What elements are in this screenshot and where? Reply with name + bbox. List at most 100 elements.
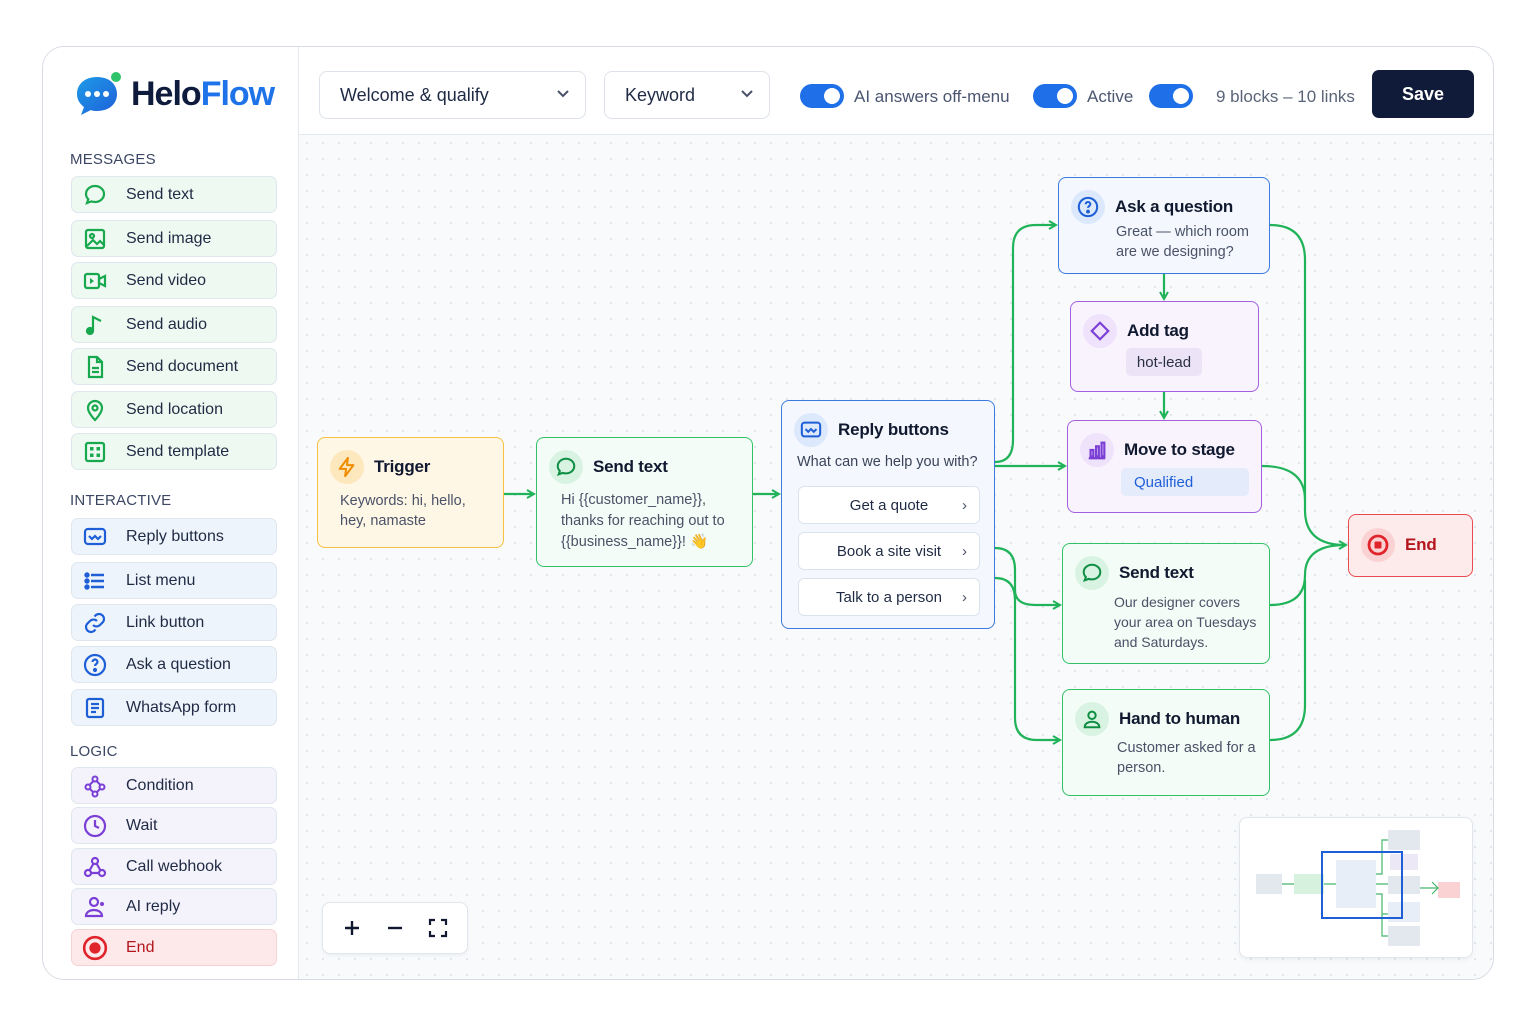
reply-option-label: Get a quote <box>849 496 929 514</box>
end-stop-icon <box>1361 528 1395 562</box>
node-prompt: What can we help you with? <box>797 454 978 470</box>
node-end[interactable]: End <box>1348 514 1473 577</box>
chevron-down-icon <box>739 85 755 106</box>
palette-whatsapp-form[interactable]: WhatsApp form <box>71 689 277 726</box>
node-send-text-welcome[interactable]: Send text Hi {{customer_name}}, thanks f… <box>536 437 753 567</box>
palette-send-video[interactable]: Send video <box>71 262 277 299</box>
node-hand-to-human[interactable]: Hand to human Customer asked for a perso… <box>1062 689 1270 796</box>
reply-option-talk-person[interactable]: Talk to a person › <box>798 578 980 616</box>
palette-item-label: Send location <box>126 400 223 418</box>
zoom-controls <box>322 902 468 954</box>
palette-ai-reply[interactable]: AI reply <box>71 888 277 925</box>
node-move-to-stage[interactable]: Move to stage Qualified <box>1067 420 1262 513</box>
block-palette-sidebar: HeloFlow MESSAGES Send text Send image S… <box>43 47 299 979</box>
fit-view-icon[interactable] <box>423 913 453 943</box>
palette-item-label: Link button <box>126 613 205 631</box>
palette-send-text[interactable]: Send text <box>71 176 277 213</box>
palette-list-menu[interactable]: List menu <box>71 562 277 599</box>
secondary-toggle[interactable] <box>1149 84 1193 108</box>
node-title: Send text <box>1119 563 1194 582</box>
node-add-tag[interactable]: Add tag hot-lead <box>1070 301 1259 392</box>
palette-send-location[interactable]: Send location <box>71 391 277 428</box>
palette-reply-buttons[interactable]: Reply buttons <box>71 518 277 555</box>
palette-item-label: WhatsApp form <box>126 698 237 716</box>
node-trigger[interactable]: Trigger Keywords: hi, hello, hey, namast… <box>317 437 504 548</box>
palette-item-label: List menu <box>126 571 196 589</box>
reply-option-label: Book a site visit <box>836 542 942 560</box>
reply-buttons-icon <box>82 524 108 550</box>
node-body: Hi {{customer_name}}, thanks for reachin… <box>561 492 725 550</box>
reply-option-site-visit[interactable]: Book a site visit › <box>798 532 980 570</box>
palette-end[interactable]: End <box>71 929 277 966</box>
node-send-text-designer[interactable]: Send text Our designer covers your area … <box>1062 543 1270 664</box>
node-reply-buttons[interactable]: Reply buttons What can we help you with?… <box>781 400 995 629</box>
video-icon <box>82 268 108 294</box>
reply-option-get-quote[interactable]: Get a quote › <box>798 486 980 524</box>
minimap-preview <box>1256 830 1460 946</box>
form-icon <box>82 695 108 721</box>
branch-icon <box>82 773 108 799</box>
chat-bubble-icon <box>82 182 108 208</box>
heloflow-logo-icon <box>75 71 123 117</box>
node-title: Add tag <box>1127 321 1189 340</box>
palette-item-label: Send document <box>126 357 239 375</box>
end-target-icon <box>82 935 108 961</box>
active-toggle[interactable] <box>1033 84 1077 108</box>
node-title: Send text <box>593 457 668 476</box>
list-icon <box>82 568 108 594</box>
node-body: Great — which room are we designing? <box>1116 224 1249 260</box>
chevron-right-icon: › <box>962 589 967 606</box>
question-icon <box>1071 190 1105 224</box>
image-icon <box>82 226 108 252</box>
bar-chart-icon <box>1080 433 1114 467</box>
palette-item-label: Send template <box>126 442 230 460</box>
chat-bubble-icon <box>1075 556 1109 590</box>
location-pin-icon <box>82 397 108 423</box>
brand-name: HeloFlow <box>131 74 275 113</box>
palette-send-template[interactable]: Send template <box>71 433 277 470</box>
ai-answers-label: AI answers off-menu <box>854 87 1010 106</box>
palette-call-webhook[interactable]: Call webhook <box>71 848 277 885</box>
section-title-interactive: INTERACTIVE <box>70 492 172 509</box>
save-button[interactable]: Save <box>1372 70 1474 118</box>
node-title: Reply buttons <box>838 420 949 439</box>
palette-send-document[interactable]: Send document <box>71 348 277 385</box>
palette-item-label: Send image <box>126 229 212 247</box>
palette-item-label: Wait <box>126 816 158 834</box>
palette-link-button[interactable]: Link button <box>71 604 277 641</box>
section-title-messages: MESSAGES <box>70 151 156 168</box>
section-title-logic: LOGIC <box>70 743 118 760</box>
palette-item-label: Send video <box>126 271 207 289</box>
palette-ask-question[interactable]: Ask a question <box>71 646 277 683</box>
webhook-icon <box>82 854 108 880</box>
trigger-type-select[interactable]: Keyword <box>604 71 770 119</box>
minimap[interactable] <box>1239 817 1473 958</box>
flow-select[interactable]: Welcome & qualify <box>319 71 586 119</box>
chevron-right-icon: › <box>962 497 967 514</box>
palette-condition[interactable]: Condition <box>71 767 277 804</box>
active-label: Active <box>1087 87 1134 106</box>
ai-answers-toggle[interactable] <box>800 84 844 108</box>
ai-agent-icon <box>82 894 108 920</box>
node-title: Hand to human <box>1119 709 1241 728</box>
link-icon <box>82 610 108 636</box>
node-title: End <box>1405 535 1437 554</box>
reply-buttons-icon <box>794 413 828 447</box>
chat-bubble-icon <box>549 450 583 484</box>
node-title: Trigger <box>374 457 431 476</box>
palette-item-label: Call webhook <box>126 857 223 875</box>
chevron-down-icon <box>555 85 571 106</box>
node-ask-question[interactable]: Ask a question Great — which room are we… <box>1058 177 1270 274</box>
zoom-in-icon[interactable] <box>337 913 367 943</box>
palette-item-label: AI reply <box>126 897 181 915</box>
palette-wait[interactable]: Wait <box>71 807 277 844</box>
node-title: Ask a question <box>1115 197 1234 216</box>
music-note-icon <box>82 312 108 338</box>
palette-send-image[interactable]: Send image <box>71 220 277 257</box>
zoom-out-icon[interactable] <box>380 913 410 943</box>
palette-send-audio[interactable]: Send audio <box>71 306 277 343</box>
lightning-icon <box>330 450 364 484</box>
question-icon <box>82 652 108 678</box>
chevron-right-icon: › <box>962 543 967 560</box>
node-body: Our designer covers your area on Tuesday… <box>1114 594 1257 650</box>
